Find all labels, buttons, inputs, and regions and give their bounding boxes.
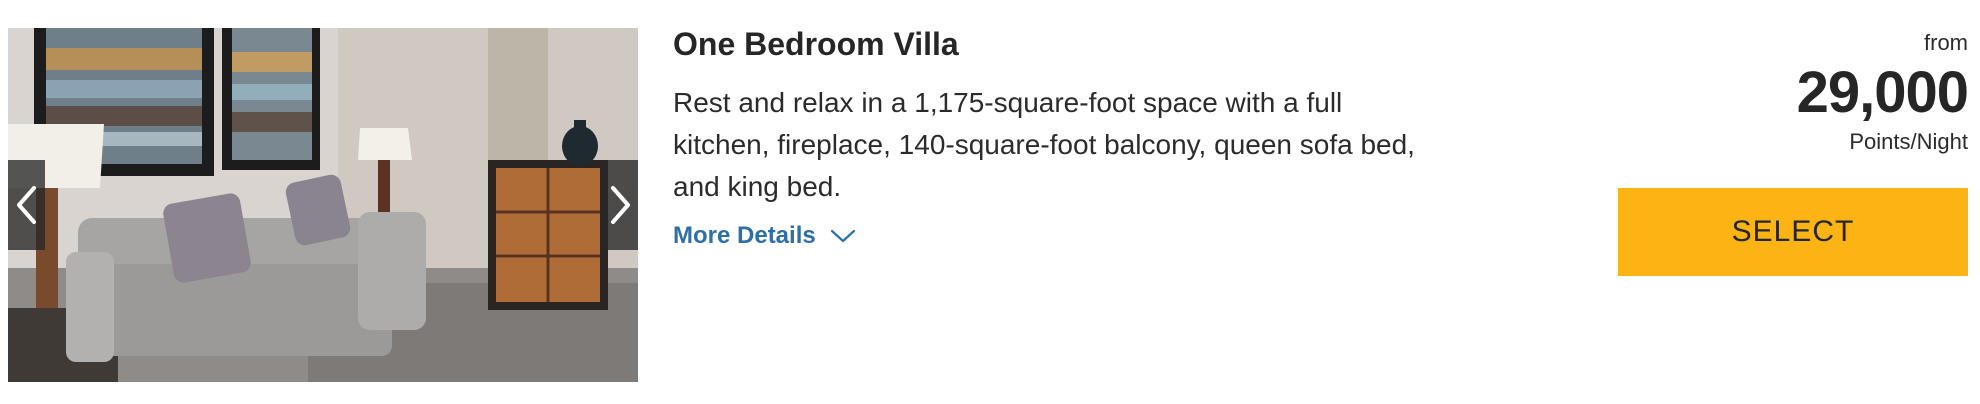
from-label: from (1924, 30, 1968, 55)
chevron-left-icon (16, 186, 36, 224)
more-details-label: More Details (673, 222, 816, 249)
chevron-down-icon (830, 229, 855, 243)
carousel-next-button[interactable] (601, 160, 638, 250)
room-image-carousel (8, 28, 638, 382)
more-details-link[interactable]: More Details (673, 222, 856, 250)
points-unit-label: Points/Night (1849, 129, 1968, 154)
room-title: One Bedroom Villa (673, 26, 959, 62)
room-description: Rest and relax in a 1,175-square-foot sp… (673, 87, 1415, 202)
rate-block: from 29,000 Points/Night (1568, 28, 1969, 156)
carousel-prev-button[interactable] (8, 160, 45, 250)
points-value: 29,000 (1796, 60, 1969, 125)
select-button[interactable]: SELECT (1618, 188, 1968, 276)
room-photo (8, 28, 638, 382)
chevron-right-icon (610, 186, 630, 224)
